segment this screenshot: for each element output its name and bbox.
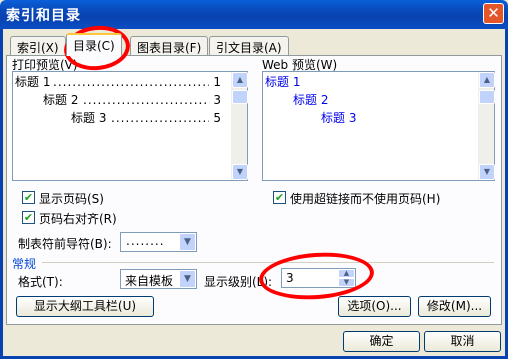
print-preview-box[interactable]: 标题 1 ...................................… xyxy=(12,71,248,181)
web-entry-2[interactable]: 标题 2 xyxy=(293,93,328,107)
close-icon[interactable]: ✕ xyxy=(483,3,504,24)
format-label: 格式(T): xyxy=(18,275,63,289)
chevron-down-icon[interactable]: ▼ xyxy=(179,233,196,251)
general-group-label: 常规 xyxy=(12,257,37,271)
scroll-down-icon[interactable]: ▼ xyxy=(479,164,495,180)
hyperlinks-checkbox[interactable]: ✔ xyxy=(273,191,286,204)
options-button[interactable]: 选项(O)... xyxy=(338,296,411,317)
cancel-button[interactable]: 取消 xyxy=(424,331,501,352)
scroll-up-icon[interactable]: ▲ xyxy=(479,72,495,88)
show-page-numbers-label: 显示页码(S) xyxy=(39,192,104,206)
scroll-thumb[interactable] xyxy=(479,90,495,104)
show-outline-toolbar-button[interactable]: 显示大纲工具栏(U) xyxy=(16,296,154,317)
print-scrollbar[interactable]: ▲ ▼ xyxy=(231,72,248,180)
tab-leader-select[interactable]: ........ ▼ xyxy=(120,232,197,252)
tab-toc[interactable]: 目录(C) xyxy=(66,33,122,56)
tab-index[interactable]: 索引(X) xyxy=(10,36,66,55)
scroll-down-icon[interactable]: ▼ xyxy=(232,164,248,180)
tab-citations[interactable]: 引文目录(A) xyxy=(209,36,289,55)
print-entry-2: 标题 2 ...................................… xyxy=(43,93,221,107)
web-entry-1[interactable]: 标题 1 xyxy=(265,75,300,89)
dialog-title: 索引和目录 xyxy=(6,8,81,24)
general-divider xyxy=(42,262,494,263)
tab-leader-label: 制表符前导符(B): xyxy=(18,237,112,251)
chevron-down-icon[interactable]: ▼ xyxy=(179,270,196,288)
right-align-label: 页码右对齐(R) xyxy=(39,212,117,226)
ok-button[interactable]: 确定 xyxy=(343,331,420,352)
scroll-thumb[interactable] xyxy=(232,90,248,104)
web-entry-3[interactable]: 标题 3 xyxy=(321,111,356,125)
format-select[interactable]: 来自模板 ▼ xyxy=(120,269,197,289)
print-entry-1: 标题 1 ...................................… xyxy=(15,75,221,89)
web-scrollbar[interactable]: ▲ ▼ xyxy=(478,72,495,180)
right-align-checkbox[interactable]: ✔ xyxy=(22,211,35,224)
modify-button[interactable]: 修改(M)... xyxy=(418,296,491,317)
hyperlinks-label: 使用超链接而不使用页码(H) xyxy=(290,192,441,206)
scroll-up-icon[interactable]: ▲ xyxy=(232,72,248,88)
print-entry-3: 标题 3 .................................. … xyxy=(71,111,221,125)
show-page-numbers-checkbox[interactable]: ✔ xyxy=(22,191,35,204)
tab-figures[interactable]: 图表目录(F) xyxy=(130,36,209,55)
web-preview-box[interactable]: 标题 1 标题 2 标题 3 ▲ ▼ xyxy=(262,71,495,181)
